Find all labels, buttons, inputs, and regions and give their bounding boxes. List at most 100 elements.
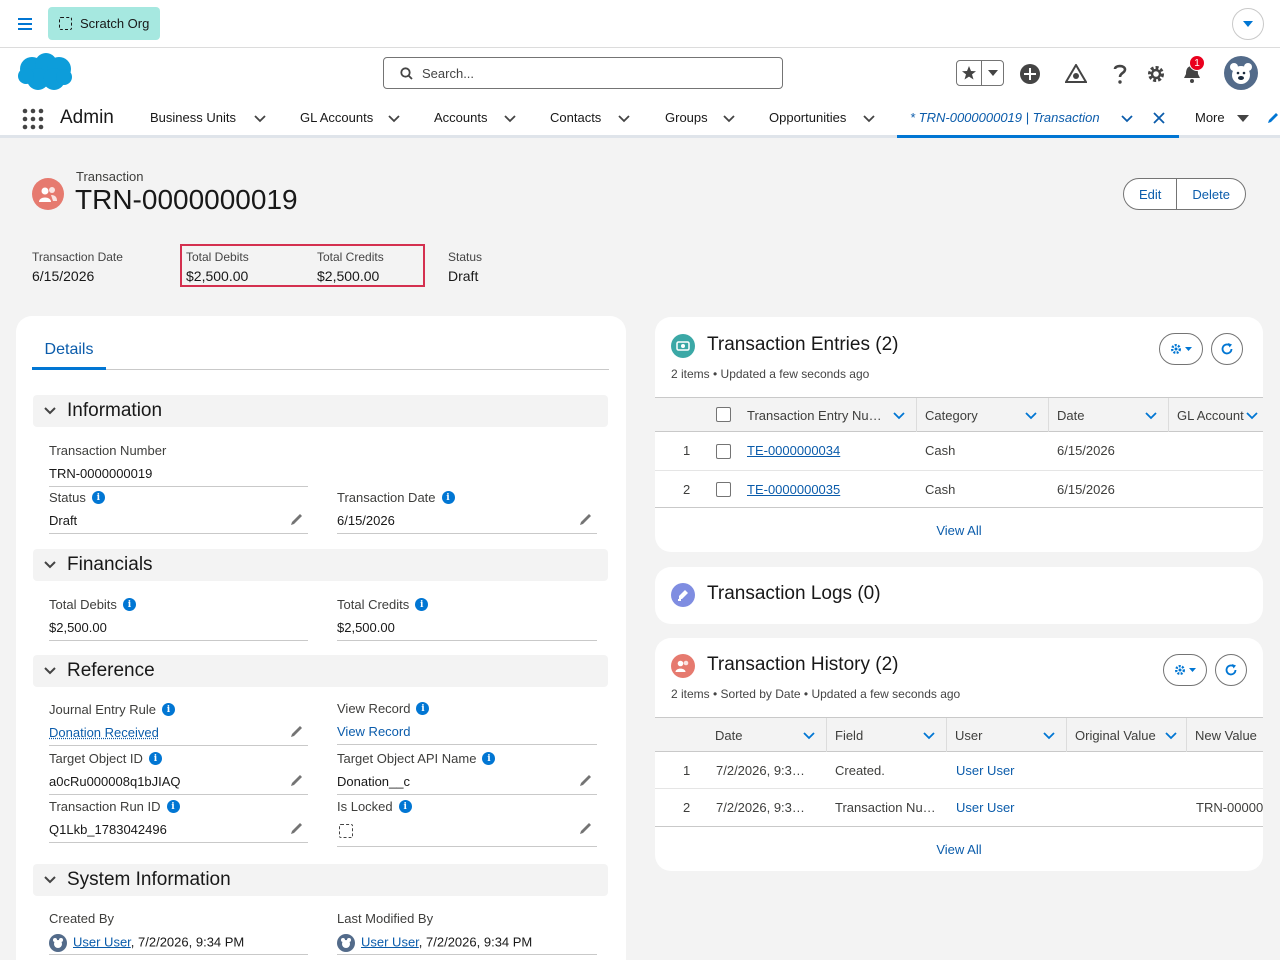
chevron-down-icon[interactable] bbox=[722, 111, 736, 125]
tab-active-record[interactable]: * TRN-0000000019 | Transaction bbox=[897, 100, 1179, 138]
favorites-list-button[interactable] bbox=[982, 61, 1003, 85]
salesforce-logo[interactable] bbox=[16, 52, 74, 94]
column-header-date[interactable]: Date bbox=[707, 718, 827, 752]
info-icon[interactable]: i bbox=[149, 752, 162, 765]
info-icon[interactable]: i bbox=[167, 800, 180, 813]
pencil-icon[interactable] bbox=[579, 512, 593, 526]
chevron-down-icon[interactable] bbox=[253, 111, 267, 125]
info-icon[interactable]: i bbox=[416, 702, 429, 715]
info-icon[interactable]: i bbox=[482, 752, 495, 765]
chevron-down-icon[interactable] bbox=[892, 408, 906, 422]
setup-button[interactable] bbox=[1144, 62, 1168, 86]
pencil-icon[interactable] bbox=[579, 821, 593, 835]
row-checkbox[interactable] bbox=[716, 482, 731, 497]
pencil-icon[interactable] bbox=[579, 773, 593, 787]
created-by-user-link[interactable]: User User bbox=[73, 934, 131, 949]
last-modified-by-user-link[interactable]: User User bbox=[361, 934, 419, 949]
view-all-entries-link[interactable]: View All bbox=[655, 523, 1263, 538]
chevron-down-icon[interactable] bbox=[1042, 728, 1056, 742]
transaction-entries-title[interactable]: Transaction Entries (2) bbox=[707, 334, 898, 356]
tab-details[interactable]: Details bbox=[32, 332, 106, 370]
chevron-down-icon[interactable] bbox=[1164, 728, 1178, 742]
is-locked-checkbox[interactable] bbox=[339, 824, 353, 838]
edit-nav-icon[interactable] bbox=[1266, 111, 1280, 125]
pencil-icon[interactable] bbox=[290, 512, 304, 526]
menu-icon[interactable] bbox=[16, 15, 34, 33]
pencil-icon[interactable] bbox=[290, 724, 304, 738]
chevron-down-icon[interactable] bbox=[387, 111, 401, 125]
nav-item-accounts[interactable]: Accounts bbox=[434, 100, 487, 135]
column-header-entry-number[interactable]: Transaction Entry Nu… bbox=[739, 398, 917, 432]
field-label: Transaction Date bbox=[337, 490, 436, 505]
column-header-field[interactable]: Field bbox=[827, 718, 947, 752]
info-icon[interactable]: i bbox=[415, 598, 428, 611]
section-system-information[interactable]: System Information bbox=[33, 864, 608, 896]
app-launcher-icon[interactable] bbox=[22, 108, 44, 130]
section-reference[interactable]: Reference bbox=[33, 655, 608, 687]
nav-item-business-units[interactable]: Business Units bbox=[150, 100, 236, 135]
history-user-link[interactable]: User User bbox=[956, 763, 1015, 778]
scratch-org-button[interactable]: Scratch Org bbox=[48, 7, 160, 40]
view-record-link[interactable]: View Record bbox=[337, 724, 410, 739]
chevron-down-icon[interactable] bbox=[1245, 408, 1259, 422]
transaction-logs-title[interactable]: Transaction Logs (0) bbox=[707, 583, 881, 605]
journal-entry-rule-link[interactable]: Donation Received bbox=[49, 725, 159, 740]
user-avatar[interactable] bbox=[1224, 56, 1258, 90]
refresh-button[interactable] bbox=[1215, 654, 1247, 686]
help-button[interactable] bbox=[1108, 62, 1132, 86]
column-header-gl-account[interactable]: GL Account bbox=[1169, 398, 1263, 432]
refresh-button[interactable] bbox=[1211, 333, 1243, 365]
entry-link[interactable]: TE-0000000034 bbox=[747, 443, 840, 458]
nav-more[interactable]: More bbox=[1195, 100, 1225, 135]
transaction-history-title[interactable]: Transaction History (2) bbox=[707, 654, 898, 676]
nav-item-gl-accounts[interactable]: GL Accounts bbox=[300, 100, 373, 135]
list-settings-button[interactable] bbox=[1159, 333, 1203, 365]
info-icon[interactable]: i bbox=[162, 703, 175, 716]
chevron-down-icon[interactable] bbox=[1120, 111, 1134, 125]
chevron-down-icon[interactable] bbox=[617, 111, 631, 125]
edit-button[interactable]: Edit bbox=[1124, 179, 1176, 209]
gear-icon bbox=[1146, 64, 1166, 84]
chevron-down-icon[interactable] bbox=[802, 728, 816, 742]
delete-button[interactable]: Delete bbox=[1176, 179, 1245, 209]
setup-dropdown-button[interactable] bbox=[1232, 8, 1264, 40]
column-header-date[interactable]: Date bbox=[1049, 398, 1169, 432]
column-header-category[interactable]: Category bbox=[917, 398, 1049, 432]
info-icon[interactable]: i bbox=[123, 598, 136, 611]
chevron-down-icon[interactable] bbox=[503, 111, 517, 125]
favorite-star-button[interactable] bbox=[957, 61, 982, 85]
global-search[interactable]: Search... bbox=[383, 57, 783, 89]
info-icon[interactable]: i bbox=[442, 491, 455, 504]
info-icon[interactable]: i bbox=[92, 491, 105, 504]
chevron-down-icon[interactable] bbox=[862, 111, 876, 125]
trailhead-button[interactable] bbox=[1064, 62, 1088, 86]
info-icon[interactable]: i bbox=[399, 800, 412, 813]
user-avatar-icon bbox=[49, 934, 67, 952]
list-settings-button[interactable] bbox=[1163, 654, 1207, 686]
section-information[interactable]: Information bbox=[33, 395, 608, 427]
column-header-original-value[interactable]: Original Value bbox=[1067, 718, 1187, 752]
entry-link[interactable]: TE-0000000035 bbox=[747, 482, 840, 497]
field-value-row: User User, 7/2/2026, 9:34 PM bbox=[49, 934, 244, 952]
column-header-user[interactable]: User bbox=[947, 718, 1067, 752]
pencil-icon[interactable] bbox=[290, 821, 304, 835]
section-financials[interactable]: Financials bbox=[33, 549, 608, 581]
history-user-link[interactable]: User User bbox=[956, 800, 1015, 815]
chevron-down-icon bbox=[988, 70, 998, 76]
pencil-icon[interactable] bbox=[290, 773, 304, 787]
view-all-history-link[interactable]: View All bbox=[655, 842, 1263, 857]
favorites-group bbox=[956, 60, 1004, 86]
history-date: 7/2/2026, 9:3… bbox=[716, 800, 805, 815]
chevron-down-icon[interactable] bbox=[1144, 408, 1158, 422]
chevron-down-icon[interactable] bbox=[922, 728, 936, 742]
chevron-down-icon[interactable] bbox=[1024, 408, 1038, 422]
nav-item-groups[interactable]: Groups bbox=[665, 100, 708, 135]
column-header-new-value[interactable]: New Value bbox=[1187, 718, 1263, 752]
row-checkbox[interactable] bbox=[716, 444, 731, 459]
close-icon[interactable] bbox=[1152, 111, 1166, 125]
chevron-down-icon[interactable] bbox=[1236, 112, 1250, 126]
nav-item-contacts[interactable]: Contacts bbox=[550, 100, 601, 135]
select-all-checkbox[interactable] bbox=[716, 407, 731, 422]
nav-item-opportunities[interactable]: Opportunities bbox=[769, 100, 846, 135]
global-actions-button[interactable] bbox=[1018, 62, 1042, 86]
